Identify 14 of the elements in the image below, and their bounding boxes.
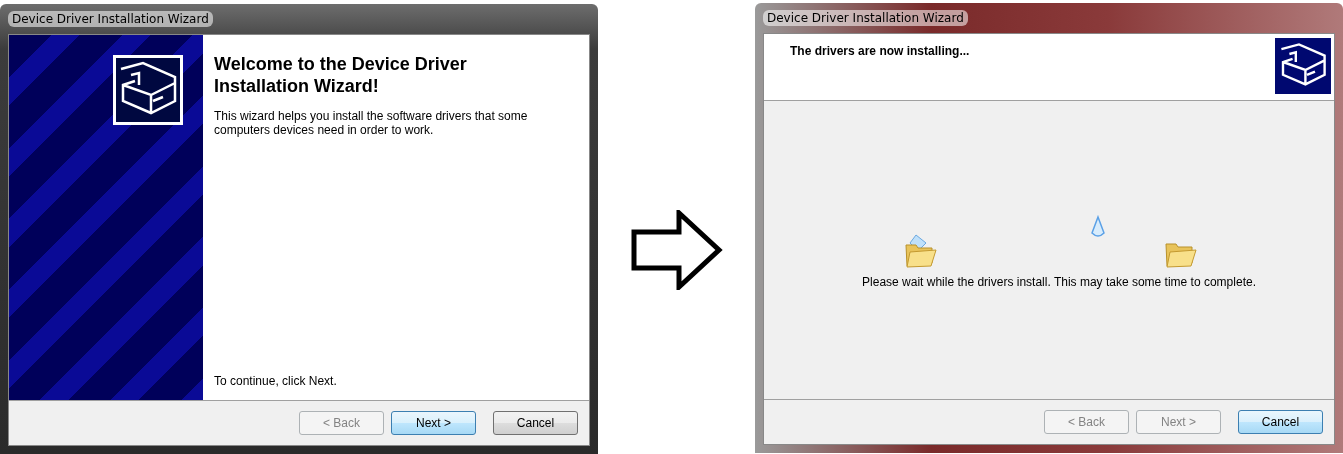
window-title: Device Driver Installation Wizard <box>8 11 213 27</box>
wizard-button[interactable]: Cancel <box>1238 410 1323 434</box>
open-folder-icon <box>904 233 938 269</box>
drive-bay-icon <box>113 55 183 125</box>
wizard-button[interactable]: Cancel <box>493 411 578 435</box>
wizard-button[interactable]: Next > <box>391 411 476 435</box>
window-title: Device Driver Installation Wizard <box>763 10 968 26</box>
installing-heading: The drivers are now installing... <box>790 44 970 58</box>
continue-hint: To continue, click Next. <box>214 374 338 388</box>
description-text: This wizard helps you install the software drivers that some computers devices need in order to work. <box>214 109 529 137</box>
wait-message: Please wait while the drivers install. This may take some time to complete. <box>862 275 1256 289</box>
welcome-heading: Welcome to the Device Driver Installation Wizard! <box>214 53 468 97</box>
drive-bay-icon <box>1275 38 1331 94</box>
right-arrow-icon <box>630 210 723 290</box>
